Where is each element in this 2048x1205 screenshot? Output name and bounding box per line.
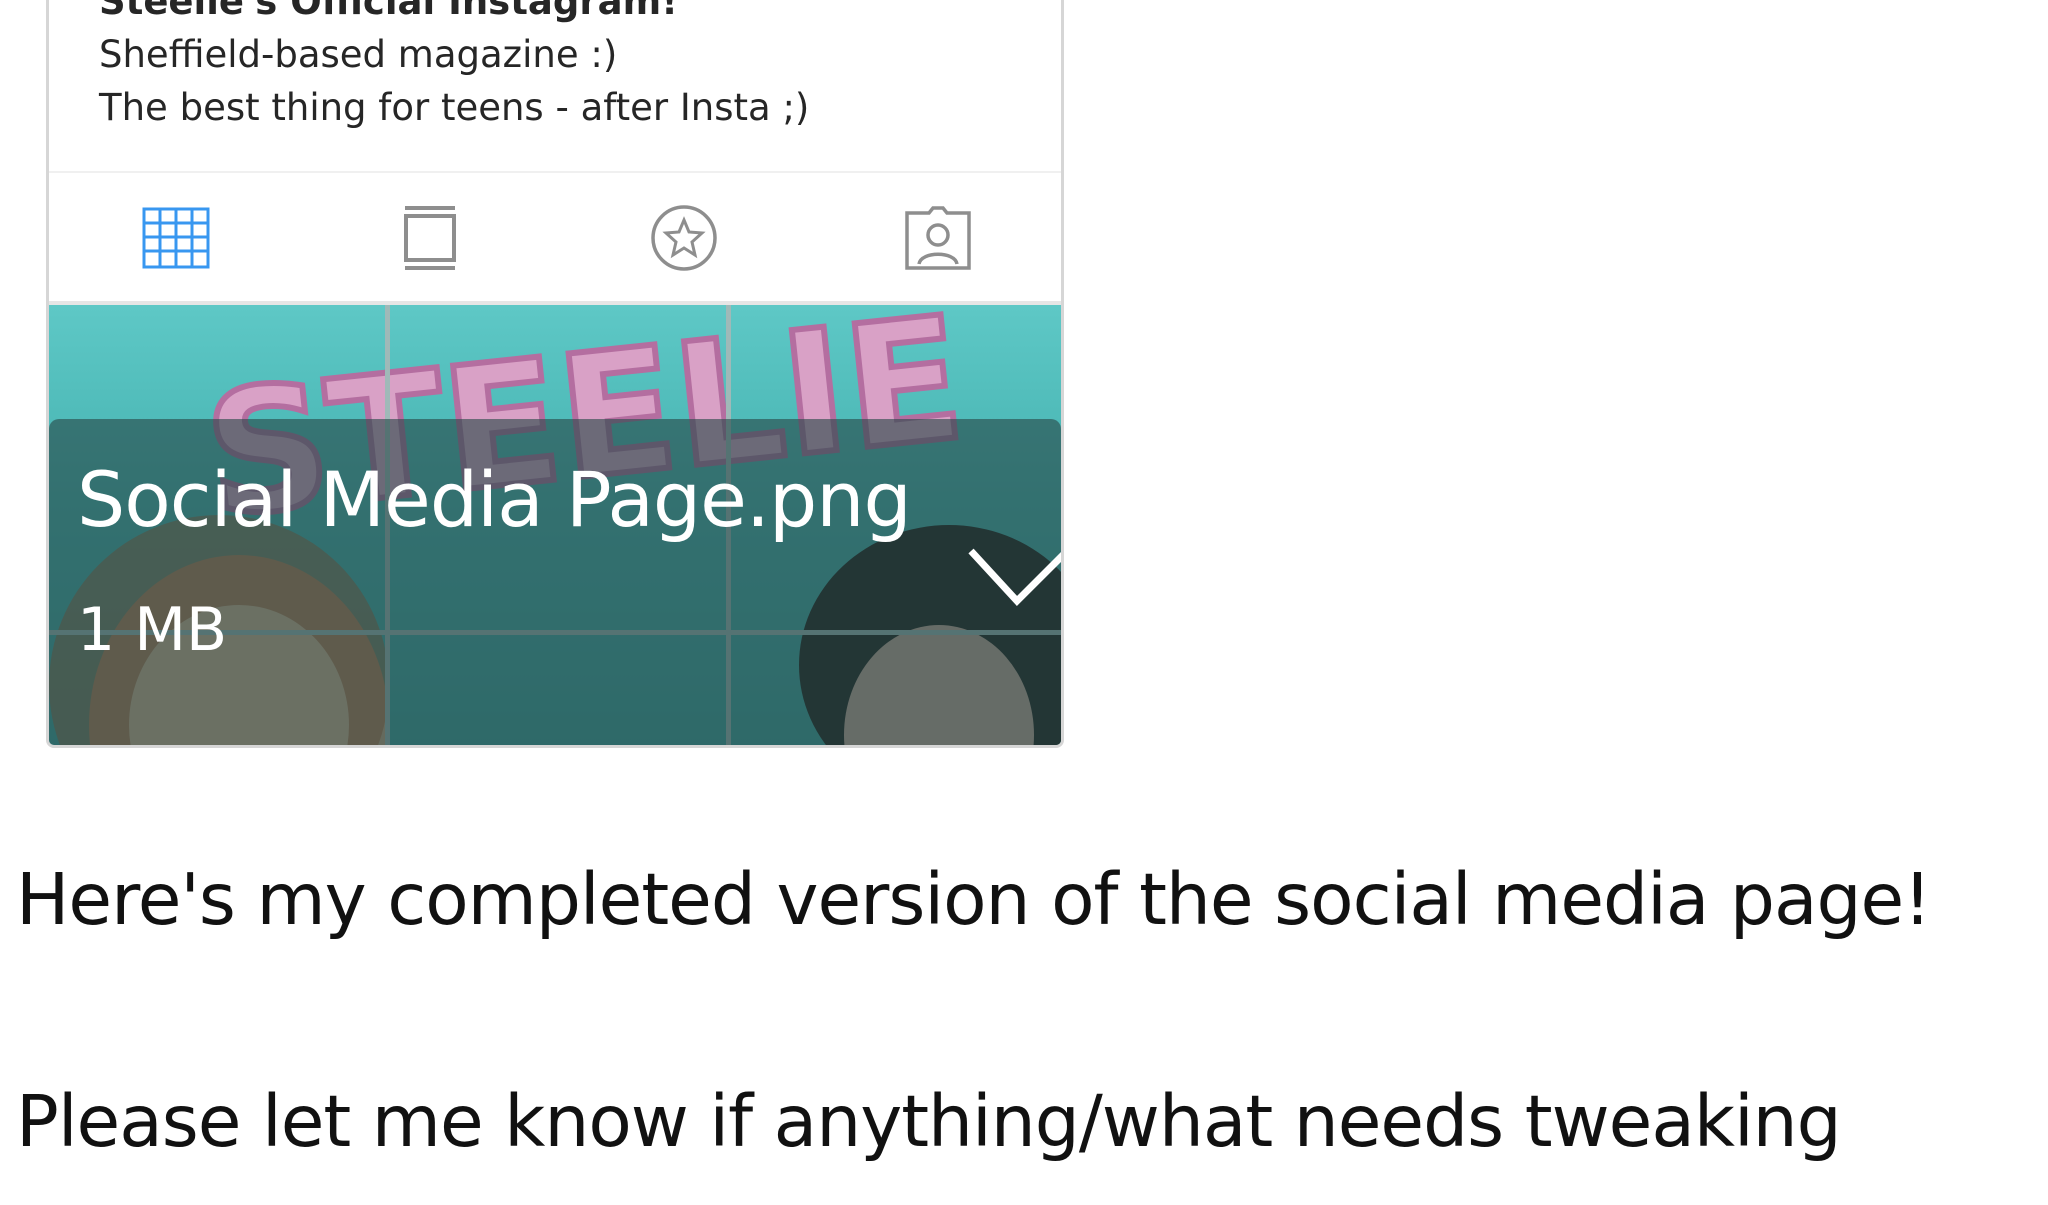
bio-line-1: Sheffield-based magazine :) [99, 33, 618, 76]
message-text-line-2: Please let me know if anything/what need… [16, 1080, 1842, 1163]
profile-tab-bar [49, 173, 1061, 303]
bio-line-2: The best thing for teens - after Insta ;… [99, 86, 810, 129]
tab-saved[interactable] [557, 173, 811, 303]
profile-name: Steelie's Official Instagram! [99, 0, 678, 23]
image-preview: STEELIE Social Media Page.png 1 MB [49, 305, 1061, 745]
tab-posts-grid[interactable] [49, 173, 303, 303]
igtv-icon [404, 206, 456, 270]
checkmark-icon[interactable] [967, 541, 1061, 611]
star-circle-icon [651, 205, 717, 271]
tagged-user-icon [905, 206, 971, 270]
tab-tagged[interactable] [811, 173, 1061, 303]
image-attachment-card[interactable]: Steelie's Official Instagram! Sheffield-… [46, 0, 1064, 748]
tab-igtv[interactable] [303, 173, 557, 303]
file-name: Social Media Page.png [77, 455, 912, 544]
file-size: 1 MB [77, 595, 228, 665]
grid-icon [142, 207, 210, 269]
message-text-line-1: Here's my completed version of the socia… [16, 858, 1932, 941]
profile-bio: Steelie's Official Instagram! Sheffield-… [99, 0, 1039, 134]
